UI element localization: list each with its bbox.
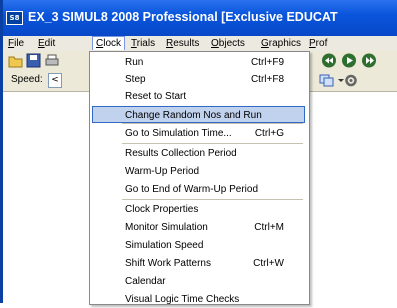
simul8-app-icon[interactable]: S8 <box>6 11 23 25</box>
gear-icon[interactable] <box>343 73 359 88</box>
menu-edit[interactable]: Edit <box>35 37 58 50</box>
menu-item-visual-logic-time-checks[interactable]: Visual Logic Time Checks <box>92 291 305 308</box>
open-folder-icon[interactable] <box>8 53 24 68</box>
menu-item-shortcut: Ctrl+F8 <box>250 74 284 85</box>
menu-item-shortcut: Ctrl+F9 <box>250 57 284 68</box>
menu-item-clock-properties[interactable]: Clock Properties <box>92 201 305 218</box>
menu-item-go-to-end-of-warm-up-period[interactable]: Go to End of Warm-Up Period <box>92 181 305 198</box>
menu-item-label: Visual Logic Time Checks <box>125 294 240 305</box>
menu-item-label: Reset to Start <box>125 91 187 102</box>
save-disk-icon[interactable] <box>26 53 42 68</box>
menu-item-monitor-simulation[interactable]: Monitor Simulation Ctrl+M <box>92 219 305 236</box>
menu-results[interactable]: Results <box>163 37 202 50</box>
speed-label: Speed: <box>11 74 43 85</box>
speed-slider-left-button[interactable]: < <box>48 73 62 88</box>
menu-item-shortcut: Ctrl+W <box>253 258 284 269</box>
menu-item-label: Go to Simulation Time... <box>125 128 232 139</box>
menu-item-label: Shift Work Patterns <box>125 258 211 269</box>
forward-icon[interactable] <box>361 53 377 68</box>
menu-item-label: Calendar <box>125 276 166 287</box>
menu-item-calendar[interactable]: Calendar <box>92 273 305 290</box>
menu-item-label: Run <box>125 57 144 68</box>
menu-graphics[interactable]: Graphics <box>258 37 304 50</box>
menu-file[interactable]: File <box>5 37 27 50</box>
menu-item-label: Change Random Nos and Run <box>125 110 262 121</box>
menu-item-shortcut: Ctrl+G <box>254 128 284 139</box>
menu-objects[interactable]: Objects <box>208 37 248 50</box>
title-bar[interactable]: S8 EX_3 SIMUL8 2008 Professional [Exclus… <box>3 0 397 36</box>
menu-item-shift-work-patterns[interactable]: Shift Work Patterns Ctrl+W <box>92 255 305 272</box>
menu-item-label: Step <box>125 74 146 85</box>
menu-item-go-to-simulation-time[interactable]: Go to Simulation Time... Ctrl+G <box>92 125 305 142</box>
rewind-icon[interactable] <box>321 53 337 68</box>
menu-separator <box>122 123 303 124</box>
menu-item-label: Monitor Simulation <box>125 222 208 233</box>
menu-item-label: Results Collection Period <box>125 148 237 159</box>
menu-item-reset-to-start[interactable]: Reset to Start <box>92 88 305 105</box>
menu-separator <box>122 199 303 200</box>
print-icon[interactable] <box>44 53 60 68</box>
menu-item-warm-up-period[interactable]: Warm-Up Period <box>92 163 305 180</box>
menu-item-run[interactable]: Run Ctrl+F9 <box>92 54 305 71</box>
menu-separator <box>122 143 303 144</box>
menu-bar: File Edit Clock Trials Results Objects G… <box>3 36 397 51</box>
menu-item-label: Go to End of Warm-Up Period <box>125 184 259 195</box>
menu-item-change-random-nos-and-run[interactable]: Change Random Nos and Run <box>92 106 305 123</box>
play-icon[interactable] <box>341 53 357 68</box>
menu-item-simulation-speed[interactable]: Simulation Speed <box>92 237 305 254</box>
menu-item-shortcut: Ctrl+M <box>254 222 284 233</box>
window-title: EX_3 SIMUL8 2008 Professional [Exclusive… <box>28 10 338 24</box>
menu-prof[interactable]: Prof <box>306 37 330 50</box>
menu-item-label: Simulation Speed <box>125 240 204 251</box>
menu-item-step[interactable]: Step Ctrl+F8 <box>92 71 305 88</box>
menu-trials[interactable]: Trials <box>128 37 158 50</box>
menu-clock[interactable]: Clock <box>92 36 126 50</box>
menu-item-results-collection-period[interactable]: Results Collection Period <box>92 145 305 162</box>
menu-item-label: Clock Properties <box>125 204 199 215</box>
clock-dropdown-menu: Run Ctrl+F9 Step Ctrl+F8 Reset to Start … <box>89 51 310 305</box>
menu-item-label: Warm-Up Period <box>125 166 200 177</box>
